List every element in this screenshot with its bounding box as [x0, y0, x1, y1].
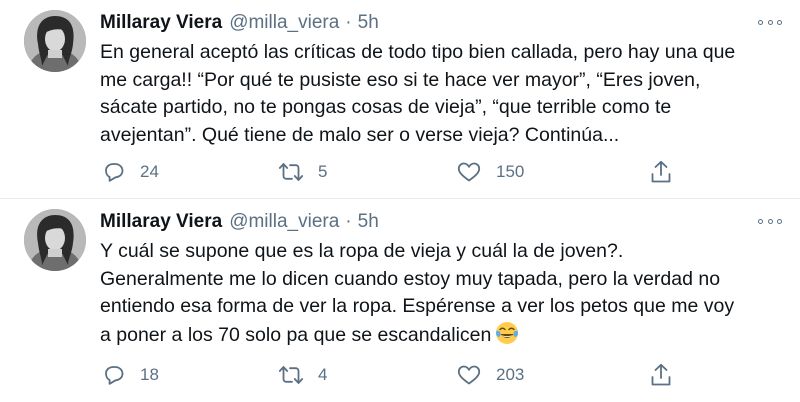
tweet-text: Y cuál se supone que es la ropa de vieja… — [100, 238, 790, 353]
tweet-timestamp[interactable]: 5h — [358, 12, 379, 34]
tweet-actions: 24 5 150 — [100, 158, 680, 186]
tweet[interactable]: Millaray Viera @milla_viera · 5h Y cuál … — [0, 199, 800, 402]
like-icon — [457, 162, 481, 182]
tweet-text-line: Generalmente me lo dicen cuando estoy mu… — [100, 267, 721, 290]
tweet-timestamp[interactable]: 5h — [358, 211, 379, 233]
separator-dot: · — [345, 12, 352, 33]
like-count: 150 — [496, 162, 525, 181]
tweet-text-line: avejentan”. Qué tiene de malo ser o vers… — [100, 123, 620, 146]
tweet-text-line: Y cuál se supone que es la ropa de vieja… — [100, 240, 624, 262]
avatar[interactable] — [24, 10, 86, 72]
retweet-count: 5 — [318, 162, 328, 181]
tweet-text-line: me carga!! “Por qué te pusiste eso si te… — [100, 68, 701, 91]
more-options-button[interactable] — [758, 213, 782, 229]
tweet-header: Millaray Viera @milla_viera · 5h — [100, 10, 379, 36]
reply-button[interactable]: 18 — [102, 361, 159, 389]
tweet-text-line: sácate partido, no te pongas cosas de vi… — [100, 96, 672, 118]
retweet-icon — [278, 163, 304, 181]
more-options-icon — [758, 19, 763, 25]
author-name[interactable]: Millaray Viera — [100, 12, 222, 34]
reply-count: 18 — [140, 365, 159, 384]
retweet-button[interactable]: 5 — [278, 158, 327, 186]
more-options-icon — [777, 218, 782, 224]
like-icon — [457, 365, 481, 385]
tweet-actions: 18 4 203 — [100, 361, 680, 389]
more-options-icon — [777, 19, 782, 25]
more-options-icon — [758, 218, 763, 224]
separator-dot: · — [345, 211, 352, 232]
tweet-text-line: a poner a los 70 solo pa que se escandal… — [100, 323, 492, 346]
like-button[interactable]: 203 — [456, 361, 524, 389]
author-handle[interactable]: @milla_viera — [229, 211, 339, 233]
share-button[interactable] — [649, 361, 673, 389]
retweet-icon — [278, 366, 304, 384]
face-with-tears-of-joy-icon — [495, 321, 519, 354]
more-options-button[interactable] — [758, 14, 782, 30]
avatar-photo — [24, 209, 86, 271]
reply-icon — [105, 163, 124, 182]
avatar-photo — [24, 10, 86, 72]
retweet-count: 4 — [318, 365, 328, 384]
author-handle[interactable]: @milla_viera — [229, 12, 339, 34]
tweet-text-line-with-emoji: a poner a los 70 solo pa que se escandal… — [100, 321, 790, 354]
tweet-header: Millaray Viera @milla_viera · 5h — [100, 209, 379, 235]
reply-button[interactable]: 24 — [102, 158, 159, 186]
share-button[interactable] — [649, 158, 673, 186]
retweet-button[interactable]: 4 — [278, 361, 327, 389]
more-options-icon — [767, 19, 773, 25]
like-count: 203 — [496, 365, 525, 384]
reply-icon — [105, 366, 124, 385]
tweet-text-line: En general aceptó las críticas de todo t… — [100, 41, 736, 63]
more-options-icon — [767, 218, 773, 224]
avatar[interactable] — [24, 209, 86, 271]
reply-count: 24 — [140, 162, 159, 181]
share-icon — [651, 160, 671, 183]
tweet-text-line: entiendo esa forma de ver la ropa. Espér… — [100, 295, 735, 317]
author-name[interactable]: Millaray Viera — [100, 211, 222, 233]
tweet[interactable]: Millaray Viera @milla_viera · 5h En gene… — [0, 0, 800, 199]
tweet-text: En general aceptó las críticas de todo t… — [100, 39, 790, 149]
like-button[interactable]: 150 — [456, 158, 524, 186]
share-icon — [651, 363, 671, 386]
